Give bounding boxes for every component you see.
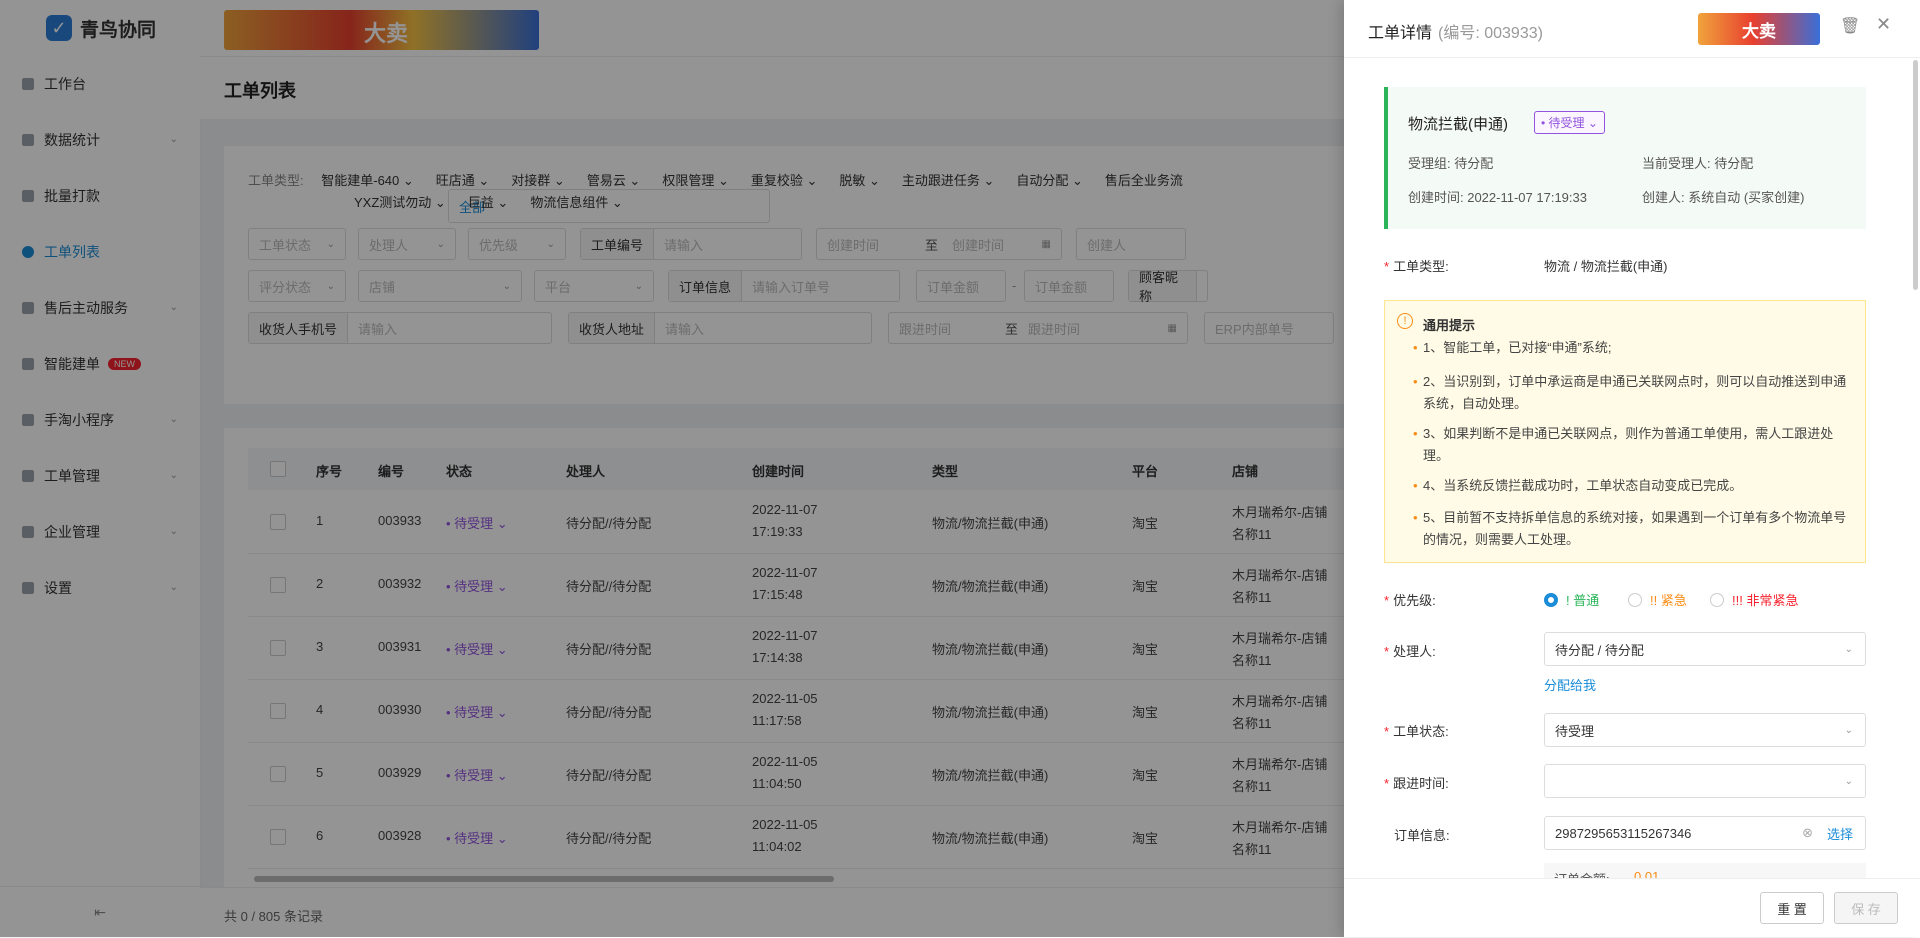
- radio-circle: [1544, 592, 1558, 607]
- order-amount-row: 订单金额: 0.01: [1544, 863, 1866, 879]
- delete-icon[interactable]: 🗑: [1840, 16, 1860, 36]
- type-label: * 工单类型:: [1384, 259, 1449, 274]
- drawer-subtitle: (编号: 003933): [1438, 25, 1543, 42]
- select-order-link[interactable]: 选择: [1827, 824, 1853, 843]
- status-value: 待受理: [1555, 723, 1595, 739]
- clear-icon[interactable]: ⊗: [1802, 825, 1813, 841]
- close-icon[interactable]: ✕: [1876, 14, 1891, 35]
- info-icon: !: [1397, 313, 1413, 329]
- radio-circle: [1628, 592, 1642, 607]
- priority-label-text: 优先级:: [1393, 593, 1436, 608]
- status-label: * 工单状态:: [1384, 724, 1449, 739]
- drawer-body: 物流拦截(申通) • 待受理 ⌄ 受理组: 待分配 当前受理人: 待分配 创建时…: [1344, 57, 1920, 879]
- chevron-down-icon: ⌄: [1844, 643, 1853, 655]
- follow-time-label: * 跟进时间:: [1384, 776, 1449, 791]
- type-label-text: 工单类型:: [1393, 259, 1449, 274]
- tip-item: 1、智能工单，已对接“申通”系统;: [1413, 337, 1855, 359]
- general-tips: ! 通用提示 1、智能工单，已对接“申通”系统; 2、当识别到，订单中承运商是申…: [1384, 300, 1866, 563]
- handler-label-text: 处理人:: [1393, 644, 1436, 659]
- drawer-title: 工单详情 (编号: 003933): [1368, 19, 1543, 43]
- summary-group: 受理组: 待分配: [1408, 156, 1494, 171]
- summary-status-tag[interactable]: • 待受理 ⌄: [1534, 111, 1605, 134]
- order-info-label: 订单信息:: [1394, 828, 1450, 843]
- status-label-text: 工单状态:: [1393, 724, 1449, 739]
- summary-title: 物流拦截(申通): [1408, 116, 1508, 133]
- priority-label: * 优先级:: [1384, 593, 1436, 608]
- assign-to-me-link[interactable]: 分配给我: [1544, 675, 1596, 694]
- order-no-value: 2987295653115267346: [1555, 825, 1692, 841]
- priority-urgent-radio[interactable]: !! 紧急: [1628, 590, 1687, 609]
- reset-button[interactable]: 重 置: [1760, 892, 1824, 924]
- tip-item: 3、如果判断不是申通已关联网点，则作为普通工单使用，需人工跟进处理。: [1413, 423, 1855, 467]
- tip-item: 2、当识别到，订单中承运商是申通已关联网点时，则可以自动推送到申通系统，自动处理…: [1413, 371, 1855, 415]
- drawer-header: 工单详情 (编号: 003933) 大卖 🗑 ✕: [1344, 0, 1920, 58]
- save-button[interactable]: 保 存: [1834, 892, 1898, 924]
- drawer-title-text: 工单详情: [1368, 25, 1433, 42]
- priority-urgent-text: !! 紧急: [1650, 593, 1687, 608]
- drawer-footer: 重 置 保 存: [1344, 878, 1920, 937]
- follow-time-select[interactable]: ⌄: [1544, 764, 1866, 798]
- priority-critical-radio[interactable]: !!! 非常紧急: [1710, 590, 1798, 609]
- drawer-scrollbar[interactable]: [1913, 60, 1918, 290]
- chevron-down-icon: ⌄: [1844, 724, 1853, 736]
- priority-normal-radio[interactable]: ! 普通: [1544, 590, 1599, 609]
- drawer-promo-banner[interactable]: 大卖: [1698, 13, 1820, 45]
- handler-value: 待分配 / 待分配: [1555, 642, 1644, 658]
- handler-label: * 处理人:: [1384, 644, 1436, 659]
- tip-item: 4、当系统反馈拦截成功时，工单状态自动变成已完成。: [1413, 475, 1855, 497]
- radio-circle: [1710, 592, 1724, 607]
- tip-item: 5、目前暂不支持拆单信息的系统对接，如果遇到一个订单有多个物流单号的情况，则需要…: [1413, 507, 1855, 551]
- summary-creator: 创建人: 系统自动 (买家创建): [1642, 190, 1805, 205]
- ticket-summary: 物流拦截(申通) • 待受理 ⌄ 受理组: 待分配 当前受理人: 待分配 创建时…: [1384, 87, 1866, 229]
- chevron-down-icon: ⌄: [1844, 775, 1853, 787]
- drawer-banner-text: 大卖: [1742, 22, 1776, 41]
- ticket-detail-drawer: 工单详情 (编号: 003933) 大卖 🗑 ✕ 物流拦截(申通) • 待受理 ⌄…: [1344, 0, 1920, 937]
- follow-time-label-text: 跟进时间:: [1393, 776, 1449, 791]
- handler-select[interactable]: 待分配 / 待分配 ⌄: [1544, 632, 1866, 666]
- type-value: 物流 / 物流拦截(申通): [1544, 259, 1668, 274]
- summary-created: 创建时间: 2022-11-07 17:19:33: [1408, 190, 1587, 205]
- summary-assignee: 当前受理人: 待分配: [1642, 156, 1754, 171]
- priority-critical-text: !!! 非常紧急: [1732, 593, 1799, 608]
- order-info-field[interactable]: 2987295653115267346 ⊗ 选择: [1544, 816, 1866, 850]
- priority-normal-text: ! 普通: [1566, 593, 1600, 608]
- status-select[interactable]: 待受理 ⌄: [1544, 713, 1866, 747]
- tips-title: 通用提示: [1423, 318, 1476, 333]
